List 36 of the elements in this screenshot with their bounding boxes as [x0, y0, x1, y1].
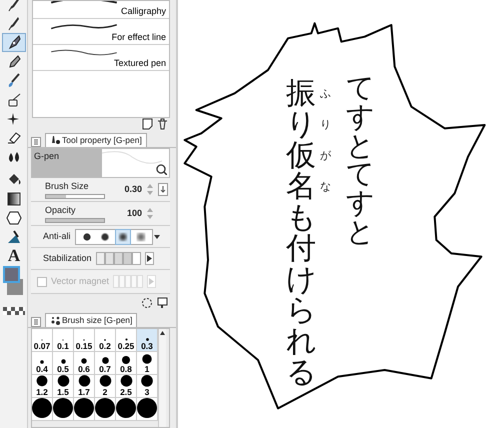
brush-size-option[interactable]: 0.3	[137, 329, 158, 352]
brush-size-option[interactable]: 0.25	[116, 329, 137, 352]
property-label: Opacity	[45, 204, 77, 218]
property-label: Stabilization	[43, 252, 92, 265]
property-value: 0.30	[124, 182, 142, 196]
property-label: Brush Size	[45, 180, 90, 194]
speech-text: てすとてすと	[346, 74, 374, 247]
brush-size-option[interactable]: 0.2	[95, 329, 116, 352]
brush-size-option[interactable]: 0.07	[32, 329, 53, 352]
brush-size-option[interactable]: 0.6	[74, 352, 95, 375]
preset-label: G-pen	[32, 149, 102, 177]
brush-size-option[interactable]: 0.4	[32, 352, 53, 375]
speech-text: も付けられる	[286, 202, 316, 388]
speech-text: 仮名	[286, 140, 316, 202]
brush-size-option[interactable]: 3	[137, 375, 158, 398]
brush-size-option[interactable]: 0.15	[74, 329, 95, 352]
brush-size-option[interactable]: 2.5	[116, 375, 137, 398]
brush-size-option[interactable]: 0.8	[116, 352, 137, 375]
furigana: がな	[320, 148, 331, 195]
brush-size-option[interactable]: 1	[137, 352, 158, 375]
property-label: Vector magnet	[51, 274, 110, 288]
brush-size-option[interactable]: 1.5	[53, 375, 74, 398]
brush-size-option[interactable]: 0.1	[53, 329, 74, 352]
brush-size-option[interactable]: 0.5	[53, 352, 74, 375]
property-value: 100	[126, 206, 142, 220]
furigana: ふり	[320, 86, 331, 133]
speech-text: 振り	[286, 78, 316, 140]
brush-size-option[interactable]: 2	[95, 375, 116, 398]
brush-list-item[interactable]: Calligraphy	[33, 1, 169, 19]
panel-tab[interactable]: Tool property [G-pen]	[45, 133, 147, 147]
brush-size-option[interactable]: 1.7	[74, 375, 95, 398]
text-tool-button[interactable]: A	[2, 246, 26, 265]
property-label: Anti-ali	[43, 230, 71, 243]
brush-size-option[interactable]: 1.2	[32, 375, 53, 398]
panel-tab[interactable]: Brush size [G-pen]	[45, 313, 138, 327]
brush-size-option[interactable]: 0.7	[95, 352, 116, 375]
